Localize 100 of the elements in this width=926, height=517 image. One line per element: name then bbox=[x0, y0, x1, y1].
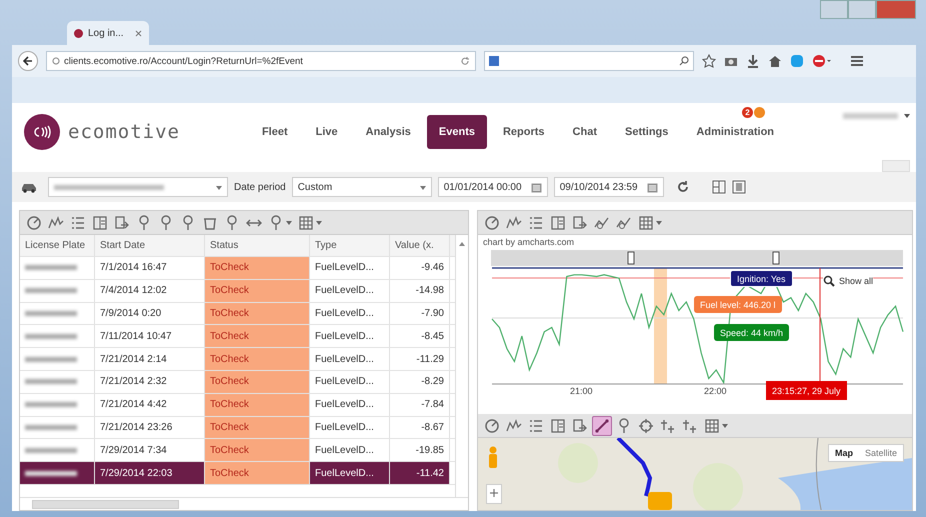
column-header[interactable]: Status bbox=[205, 235, 310, 256]
status-cell: ToCheck bbox=[205, 280, 310, 302]
value-cell: -9.46 bbox=[390, 257, 450, 279]
status-cell: ToCheck bbox=[205, 348, 310, 370]
refresh-icon[interactable] bbox=[676, 180, 690, 194]
logo-icon bbox=[24, 114, 60, 150]
search-field[interactable] bbox=[484, 51, 694, 71]
start-date-cell: 7/29/2014 22:03 bbox=[95, 462, 205, 484]
nav-tab[interactable]: Settings bbox=[613, 114, 680, 148]
globe-icon bbox=[52, 57, 60, 65]
blurred-plate bbox=[25, 334, 77, 339]
car-icon bbox=[20, 181, 38, 193]
tab-title: Log in... bbox=[88, 28, 124, 38]
zoom-icon[interactable] bbox=[823, 275, 835, 287]
type-cell: FuelLevelD... bbox=[310, 257, 390, 279]
nav-tab[interactable]: Events bbox=[426, 114, 487, 148]
value-cell: -11.29 bbox=[390, 348, 450, 370]
back-button[interactable] bbox=[18, 51, 38, 71]
blurred-plate bbox=[25, 448, 77, 453]
blurred-plate bbox=[25, 310, 77, 316]
nav-tab[interactable]: Fleet bbox=[250, 114, 300, 148]
start-date-field[interactable]: 01/01/2014 00:00 bbox=[438, 177, 548, 197]
stop-sign-icon[interactable] bbox=[812, 54, 832, 68]
menu-icon[interactable] bbox=[850, 55, 864, 67]
table-row[interactable]: 7/11/2014 10:47 ToCheck FuelLevelD... -8.45 bbox=[20, 325, 455, 348]
notification-badge[interactable]: 2 bbox=[742, 107, 753, 118]
column-header[interactable]: Type bbox=[310, 235, 390, 256]
split-view-icon[interactable] bbox=[712, 180, 726, 194]
axis-label: 21:00 bbox=[570, 386, 593, 396]
type-cell: FuelLevelD... bbox=[310, 370, 390, 393]
nav-tab[interactable]: Live bbox=[304, 114, 350, 148]
notification-badge[interactable] bbox=[754, 107, 765, 118]
table-row[interactable]: 7/21/2014 4:42 ToCheck FuelLevelD... -7.84 bbox=[20, 394, 455, 417]
download-icon[interactable] bbox=[746, 54, 760, 68]
axis-label: 22:00 bbox=[704, 386, 727, 396]
type-cell: FuelLevelD... bbox=[310, 462, 390, 484]
value-cell: -14.98 bbox=[390, 280, 450, 302]
table-row[interactable]: 7/21/2014 2:14 ToCheck FuelLevelD... -11.29 bbox=[20, 348, 455, 371]
value-cell: -8.29 bbox=[390, 370, 450, 393]
table-row[interactable]: 7/29/2014 22:03 ToCheck FuelLevelD... -11.42 bbox=[20, 462, 455, 485]
ignition-balloon: Ignition: Yes bbox=[730, 270, 793, 287]
table-row[interactable]: 7/21/2014 23:26 ToCheck FuelLevelD... -8.67 bbox=[20, 416, 455, 440]
back-arrow-icon[interactable] bbox=[23, 56, 33, 66]
status-cell: ToCheck bbox=[205, 462, 310, 484]
reload-icon[interactable] bbox=[460, 56, 470, 66]
table-row[interactable]: 7/9/2014 0:20 ToCheck FuelLevelD... -7.90 bbox=[20, 302, 455, 326]
zoom-control[interactable] bbox=[486, 484, 502, 504]
close-icon[interactable] bbox=[135, 30, 142, 36]
cursor-time-label: 23:15:27, 29 July bbox=[766, 381, 847, 400]
date-period-dropdown[interactable]: Custom bbox=[292, 177, 432, 197]
column-header[interactable]: Start Date bbox=[95, 235, 205, 256]
table-row[interactable]: 7/21/2014 2:32 ToCheck FuelLevelD... -8.29 bbox=[20, 370, 455, 394]
type-cell: FuelLevelD... bbox=[310, 416, 390, 438]
nav-tab[interactable]: Chat bbox=[560, 114, 609, 148]
speed-balloon: Speed: 44 km/h bbox=[714, 324, 790, 341]
type-cell: FuelLevelD... bbox=[310, 302, 390, 324]
calendar-icon[interactable] bbox=[646, 182, 658, 192]
logo-text: ecomotive bbox=[68, 120, 180, 142]
calendar-icon[interactable] bbox=[530, 182, 542, 192]
status-cell: ToCheck bbox=[205, 394, 310, 416]
status-cell: ToCheck bbox=[205, 257, 310, 279]
blurred-plate bbox=[25, 402, 77, 408]
fuel-level-balloon: Fuel level: 446.20 l bbox=[694, 296, 782, 313]
horizontal-scrollbar[interactable] bbox=[20, 497, 468, 510]
chart-credit[interactable]: chart by amcharts.com bbox=[478, 235, 912, 250]
value-cell: -11.42 bbox=[390, 462, 450, 484]
blurred-plate bbox=[25, 288, 77, 294]
type-cell: FuelLevelD... bbox=[310, 439, 390, 462]
status-cell: ToCheck bbox=[205, 325, 310, 348]
table-row[interactable]: 7/1/2014 16:47 ToCheck FuelLevelD... -9.46 bbox=[20, 257, 455, 280]
plus-icon[interactable] bbox=[490, 489, 498, 497]
show-all-button[interactable]: Show all bbox=[823, 275, 874, 287]
home-icon[interactable] bbox=[768, 54, 782, 68]
value-cell: -7.84 bbox=[390, 394, 450, 416]
status-cell: ToCheck bbox=[205, 302, 310, 324]
address-bar[interactable]: clients.ecomotive.ro/Account/Login?ReturnUrl=%2fEvent bbox=[46, 51, 476, 71]
value-cell: -8.45 bbox=[390, 325, 450, 348]
nav-tab[interactable]: Reports bbox=[490, 114, 557, 148]
end-date-field[interactable]: 09/10/2014 23:59 bbox=[554, 177, 664, 197]
blurred-plate bbox=[25, 356, 77, 362]
table-row[interactable]: 7/4/2014 12:02 ToCheck FuelLevelD... -14.98 bbox=[20, 280, 455, 303]
route-icon[interactable] bbox=[592, 416, 612, 436]
value-cell: -8.67 bbox=[390, 416, 450, 438]
blurred-plate bbox=[25, 424, 77, 430]
single-view-icon[interactable] bbox=[732, 180, 746, 194]
browser-tab[interactable]: Log in... bbox=[67, 21, 149, 45]
value-cell: -7.90 bbox=[390, 302, 450, 324]
status-cell: ToCheck bbox=[205, 370, 310, 393]
column-header[interactable]: Value (x. bbox=[390, 235, 450, 256]
type-cell: FuelLevelD... bbox=[310, 348, 390, 370]
status-cell: ToCheck bbox=[205, 439, 310, 462]
nav-tab[interactable]: Analysis bbox=[354, 114, 423, 148]
column-header[interactable]: License Plate bbox=[20, 235, 95, 256]
favicon-icon bbox=[74, 28, 83, 38]
blurred-plate bbox=[25, 265, 77, 270]
type-cell: FuelLevelD... bbox=[310, 325, 390, 348]
search-icon[interactable] bbox=[679, 56, 689, 66]
chart-scrollbar[interactable] bbox=[491, 250, 903, 266]
star-icon[interactable] bbox=[702, 54, 716, 68]
date-period-label: Date period bbox=[234, 182, 286, 192]
